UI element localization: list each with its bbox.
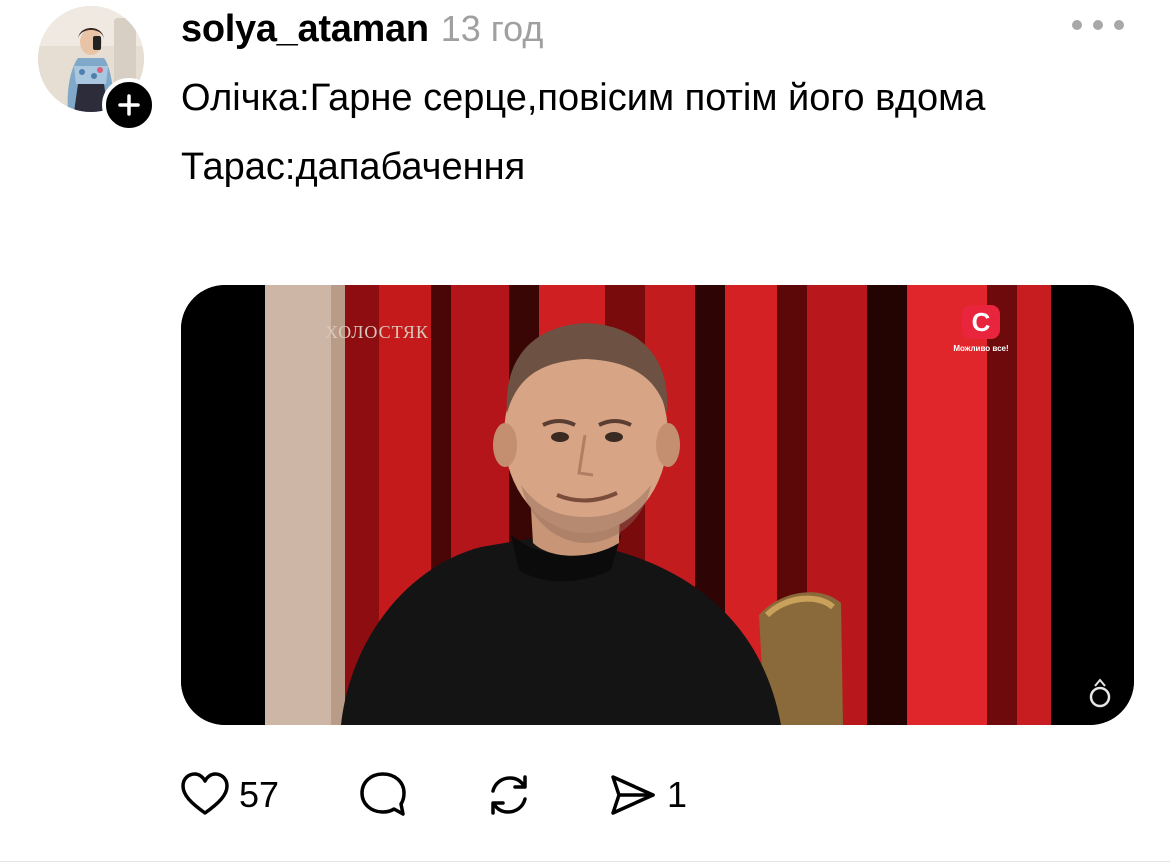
share-count: 1 bbox=[667, 774, 688, 815]
send-icon bbox=[611, 775, 655, 815]
avatar-container[interactable] bbox=[38, 6, 156, 132]
comment-bubble-icon bbox=[360, 772, 406, 816]
channel-logo-letter: С bbox=[972, 307, 991, 337]
heart-icon bbox=[181, 772, 229, 815]
like-count: 57 bbox=[239, 774, 280, 815]
follow-button[interactable] bbox=[102, 78, 156, 132]
post-media[interactable]: ХОЛОСТЯК С Можливо все! bbox=[181, 285, 1134, 725]
post-text-line: Олічка:Гарне серце,повісим потім його вд… bbox=[181, 77, 986, 119]
like-button[interactable]: 57 bbox=[179, 769, 279, 821]
video-frame: ХОЛОСТЯК С Можливо все! bbox=[181, 285, 1134, 725]
share-button[interactable]: 1 bbox=[607, 769, 687, 821]
channel-slogan: Можливо все! bbox=[953, 344, 1008, 353]
username-link[interactable]: solya_ataman bbox=[181, 8, 429, 51]
more-options-button[interactable] bbox=[1072, 12, 1124, 38]
post-header: solya_ataman 13 год bbox=[181, 4, 543, 54]
repost-button[interactable] bbox=[483, 769, 535, 821]
repost-icon bbox=[491, 775, 527, 815]
post-text-line: Тарас:дапабачення bbox=[181, 146, 526, 188]
more-dot bbox=[1093, 20, 1103, 30]
plus-icon bbox=[118, 94, 140, 116]
show-logo: ХОЛОСТЯК bbox=[325, 322, 429, 342]
post-timestamp: 13 год bbox=[440, 8, 544, 49]
post-card: solya_ataman 13 год Олічка:Гарне серце,п… bbox=[0, 0, 1170, 865]
divider bbox=[0, 861, 1170, 862]
post-body: Олічка:Гарне серце,повісим потім його вд… bbox=[181, 70, 1081, 196]
more-dots-icon bbox=[1072, 20, 1082, 30]
comment-button[interactable] bbox=[357, 769, 409, 821]
action-bar: 57 1 bbox=[179, 765, 687, 825]
more-dot bbox=[1114, 20, 1124, 30]
